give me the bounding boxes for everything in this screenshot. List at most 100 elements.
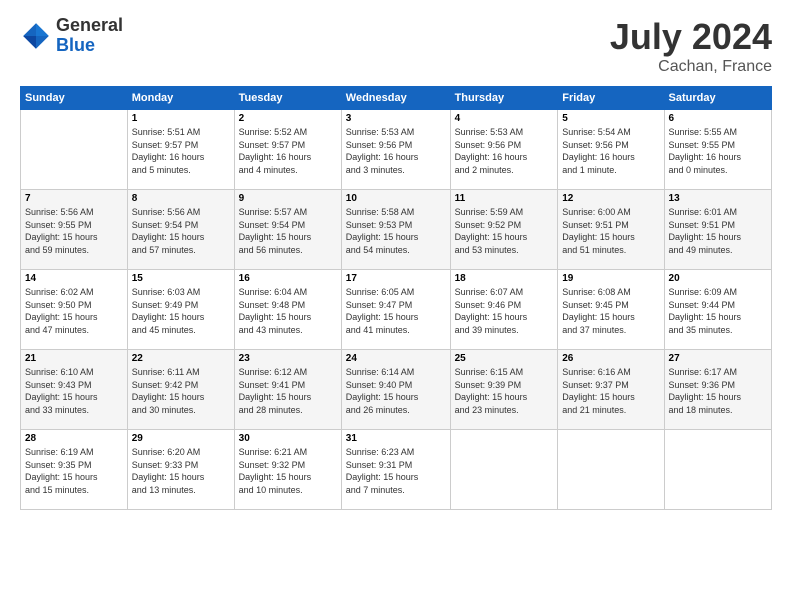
day-info: Sunrise: 5:53 AMSunset: 9:56 PMDaylight:… (346, 126, 446, 176)
day-info: Sunrise: 6:15 AMSunset: 9:39 PMDaylight:… (455, 366, 554, 416)
calendar-cell: 24Sunrise: 6:14 AMSunset: 9:40 PMDayligh… (341, 350, 450, 430)
calendar-cell: 5Sunrise: 5:54 AMSunset: 9:56 PMDaylight… (558, 110, 664, 190)
calendar-table: SundayMondayTuesdayWednesdayThursdayFrid… (20, 86, 772, 510)
weekday-header-wednesday: Wednesday (341, 87, 450, 110)
day-info: Sunrise: 6:20 AMSunset: 9:33 PMDaylight:… (132, 446, 230, 496)
day-info: Sunrise: 5:59 AMSunset: 9:52 PMDaylight:… (455, 206, 554, 256)
logo-general-text: General (56, 16, 123, 36)
calendar-cell (558, 430, 664, 510)
day-number: 21 (25, 353, 123, 364)
calendar-cell: 1Sunrise: 5:51 AMSunset: 9:57 PMDaylight… (127, 110, 234, 190)
calendar-cell: 19 Sunrise: 6:08 AMSunset: 9:45 PMDayligh… (558, 270, 664, 350)
calendar-cell: 15 Sunrise: 6:03 AMSunset: 9:49 PMDayligh… (127, 270, 234, 350)
day-number: 13 (669, 193, 767, 204)
weekday-header-tuesday: Tuesday (234, 87, 341, 110)
calendar-cell: 28Sunrise: 6:19 AMSunset: 9:35 PMDayligh… (21, 430, 128, 510)
calendar-cell (21, 110, 128, 190)
day-info: Sunrise: 6:03 AMSunset: 9:49 PMDaylight:… (132, 286, 230, 336)
calendar-cell: 23 Sunrise: 6:12 AMSunset: 9:41 PMDayligh… (234, 350, 341, 430)
month-year: July 2024 (610, 16, 772, 58)
calendar-cell (664, 430, 771, 510)
calendar-cell (450, 430, 558, 510)
calendar-cell: 18 Sunrise: 6:07 AMSunset: 9:46 PMDayligh… (450, 270, 558, 350)
calendar-cell: 7 Sunrise: 5:56 AMSunset: 9:55 PMDaylight… (21, 190, 128, 270)
day-info: Sunrise: 6:01 AMSunset: 9:51 PMDaylight:… (669, 206, 767, 256)
day-info: Sunrise: 6:14 AMSunset: 9:40 PMDaylight:… (346, 366, 446, 416)
day-number: 23 (239, 353, 337, 364)
day-info: Sunrise: 6:12 AMSunset: 9:41 PMDaylight:… (239, 366, 337, 416)
day-number: 15 (132, 273, 230, 284)
day-number: 31 (346, 433, 446, 444)
day-number: 11 (455, 193, 554, 204)
day-info: Sunrise: 6:23 AMSunset: 9:31 PMDaylight:… (346, 446, 446, 496)
day-number: 29 (132, 433, 230, 444)
calendar-cell: 20 Sunrise: 6:09 AMSunset: 9:44 PMDayligh… (664, 270, 771, 350)
calendar-cell: 25 Sunrise: 6:15 AMSunset: 9:39 PMDayligh… (450, 350, 558, 430)
day-info: Sunrise: 6:21 AMSunset: 9:32 PMDaylight:… (239, 446, 337, 496)
calendar-cell: 2Sunrise: 5:52 AMSunset: 9:57 PMDaylight… (234, 110, 341, 190)
day-number: 28 (25, 433, 123, 444)
day-number: 14 (25, 273, 123, 284)
day-info: Sunrise: 5:56 AMSunset: 9:55 PMDaylight:… (25, 206, 123, 256)
day-number: 22 (132, 353, 230, 364)
calendar-cell: 9Sunrise: 5:57 AMSunset: 9:54 PMDaylight… (234, 190, 341, 270)
calendar-cell: 17 Sunrise: 6:05 AMSunset: 9:47 PMDayligh… (341, 270, 450, 350)
calendar-cell: 8 Sunrise: 5:56 AMSunset: 9:54 PMDaylight… (127, 190, 234, 270)
day-info: Sunrise: 6:08 AMSunset: 9:45 PMDaylight:… (562, 286, 659, 336)
calendar-cell: 26 Sunrise: 6:16 AMSunset: 9:37 PMDayligh… (558, 350, 664, 430)
calendar-cell: 30Sunrise: 6:21 AMSunset: 9:32 PMDayligh… (234, 430, 341, 510)
day-info: Sunrise: 6:16 AMSunset: 9:37 PMDaylight:… (562, 366, 659, 416)
logo-blue-text: Blue (56, 36, 123, 56)
day-info: Sunrise: 5:52 AMSunset: 9:57 PMDaylight:… (239, 126, 337, 176)
week-row-2: 7 Sunrise: 5:56 AMSunset: 9:55 PMDaylight… (21, 190, 772, 270)
day-number: 19 (562, 273, 659, 284)
calendar-cell: 27Sunrise: 6:17 AMSunset: 9:36 PMDayligh… (664, 350, 771, 430)
weekday-header-friday: Friday (558, 87, 664, 110)
week-row-3: 14Sunrise: 6:02 AMSunset: 9:50 PMDayligh… (21, 270, 772, 350)
day-number: 6 (669, 113, 767, 124)
location: Cachan, France (610, 58, 772, 76)
day-info: Sunrise: 6:04 AMSunset: 9:48 PMDaylight:… (239, 286, 337, 336)
day-info: Sunrise: 5:54 AMSunset: 9:56 PMDaylight:… (562, 126, 659, 176)
day-number: 7 (25, 193, 123, 204)
calendar-cell: 3 Sunrise: 5:53 AMSunset: 9:56 PMDaylight… (341, 110, 450, 190)
weekday-header-sunday: Sunday (21, 87, 128, 110)
calendar-cell: 29 Sunrise: 6:20 AMSunset: 9:33 PMDayligh… (127, 430, 234, 510)
calendar-cell: 22Sunrise: 6:11 AMSunset: 9:42 PMDayligh… (127, 350, 234, 430)
logo-text: General Blue (56, 16, 123, 56)
day-number: 8 (132, 193, 230, 204)
day-info: Sunrise: 6:07 AMSunset: 9:46 PMDaylight:… (455, 286, 554, 336)
day-number: 16 (239, 273, 337, 284)
calendar-cell: 21 Sunrise: 6:10 AMSunset: 9:43 PMDayligh… (21, 350, 128, 430)
calendar-cell: 31 Sunrise: 6:23 AMSunset: 9:31 PMDayligh… (341, 430, 450, 510)
week-row-1: 1Sunrise: 5:51 AMSunset: 9:57 PMDaylight… (21, 110, 772, 190)
day-info: Sunrise: 5:56 AMSunset: 9:54 PMDaylight:… (132, 206, 230, 256)
day-info: Sunrise: 6:09 AMSunset: 9:44 PMDaylight:… (669, 286, 767, 336)
calendar-cell: 6Sunrise: 5:55 AMSunset: 9:55 PMDaylight… (664, 110, 771, 190)
day-number: 4 (455, 113, 554, 124)
page: General Blue July 2024 Cachan, France Su… (0, 0, 792, 612)
day-number: 20 (669, 273, 767, 284)
calendar-cell: 16 Sunrise: 6:04 AMSunset: 9:48 PMDayligh… (234, 270, 341, 350)
day-info: Sunrise: 6:00 AMSunset: 9:51 PMDaylight:… (562, 206, 659, 256)
title-section: July 2024 Cachan, France (610, 16, 772, 76)
logo: General Blue (20, 16, 123, 56)
day-number: 25 (455, 353, 554, 364)
day-info: Sunrise: 5:51 AMSunset: 9:57 PMDaylight:… (132, 126, 230, 176)
weekday-header-monday: Monday (127, 87, 234, 110)
day-info: Sunrise: 6:05 AMSunset: 9:47 PMDaylight:… (346, 286, 446, 336)
day-number: 18 (455, 273, 554, 284)
calendar-cell: 4 Sunrise: 5:53 AMSunset: 9:56 PMDaylight… (450, 110, 558, 190)
week-row-5: 28Sunrise: 6:19 AMSunset: 9:35 PMDayligh… (21, 430, 772, 510)
week-row-4: 21 Sunrise: 6:10 AMSunset: 9:43 PMDayligh… (21, 350, 772, 430)
day-number: 17 (346, 273, 446, 284)
day-number: 26 (562, 353, 659, 364)
day-number: 3 (346, 113, 446, 124)
weekday-header-row: SundayMondayTuesdayWednesdayThursdayFrid… (21, 87, 772, 110)
weekday-header-saturday: Saturday (664, 87, 771, 110)
day-number: 9 (239, 193, 337, 204)
header: General Blue July 2024 Cachan, France (20, 16, 772, 76)
day-number: 10 (346, 193, 446, 204)
day-info: Sunrise: 6:10 AMSunset: 9:43 PMDaylight:… (25, 366, 123, 416)
day-info: Sunrise: 5:53 AMSunset: 9:56 PMDaylight:… (455, 126, 554, 176)
